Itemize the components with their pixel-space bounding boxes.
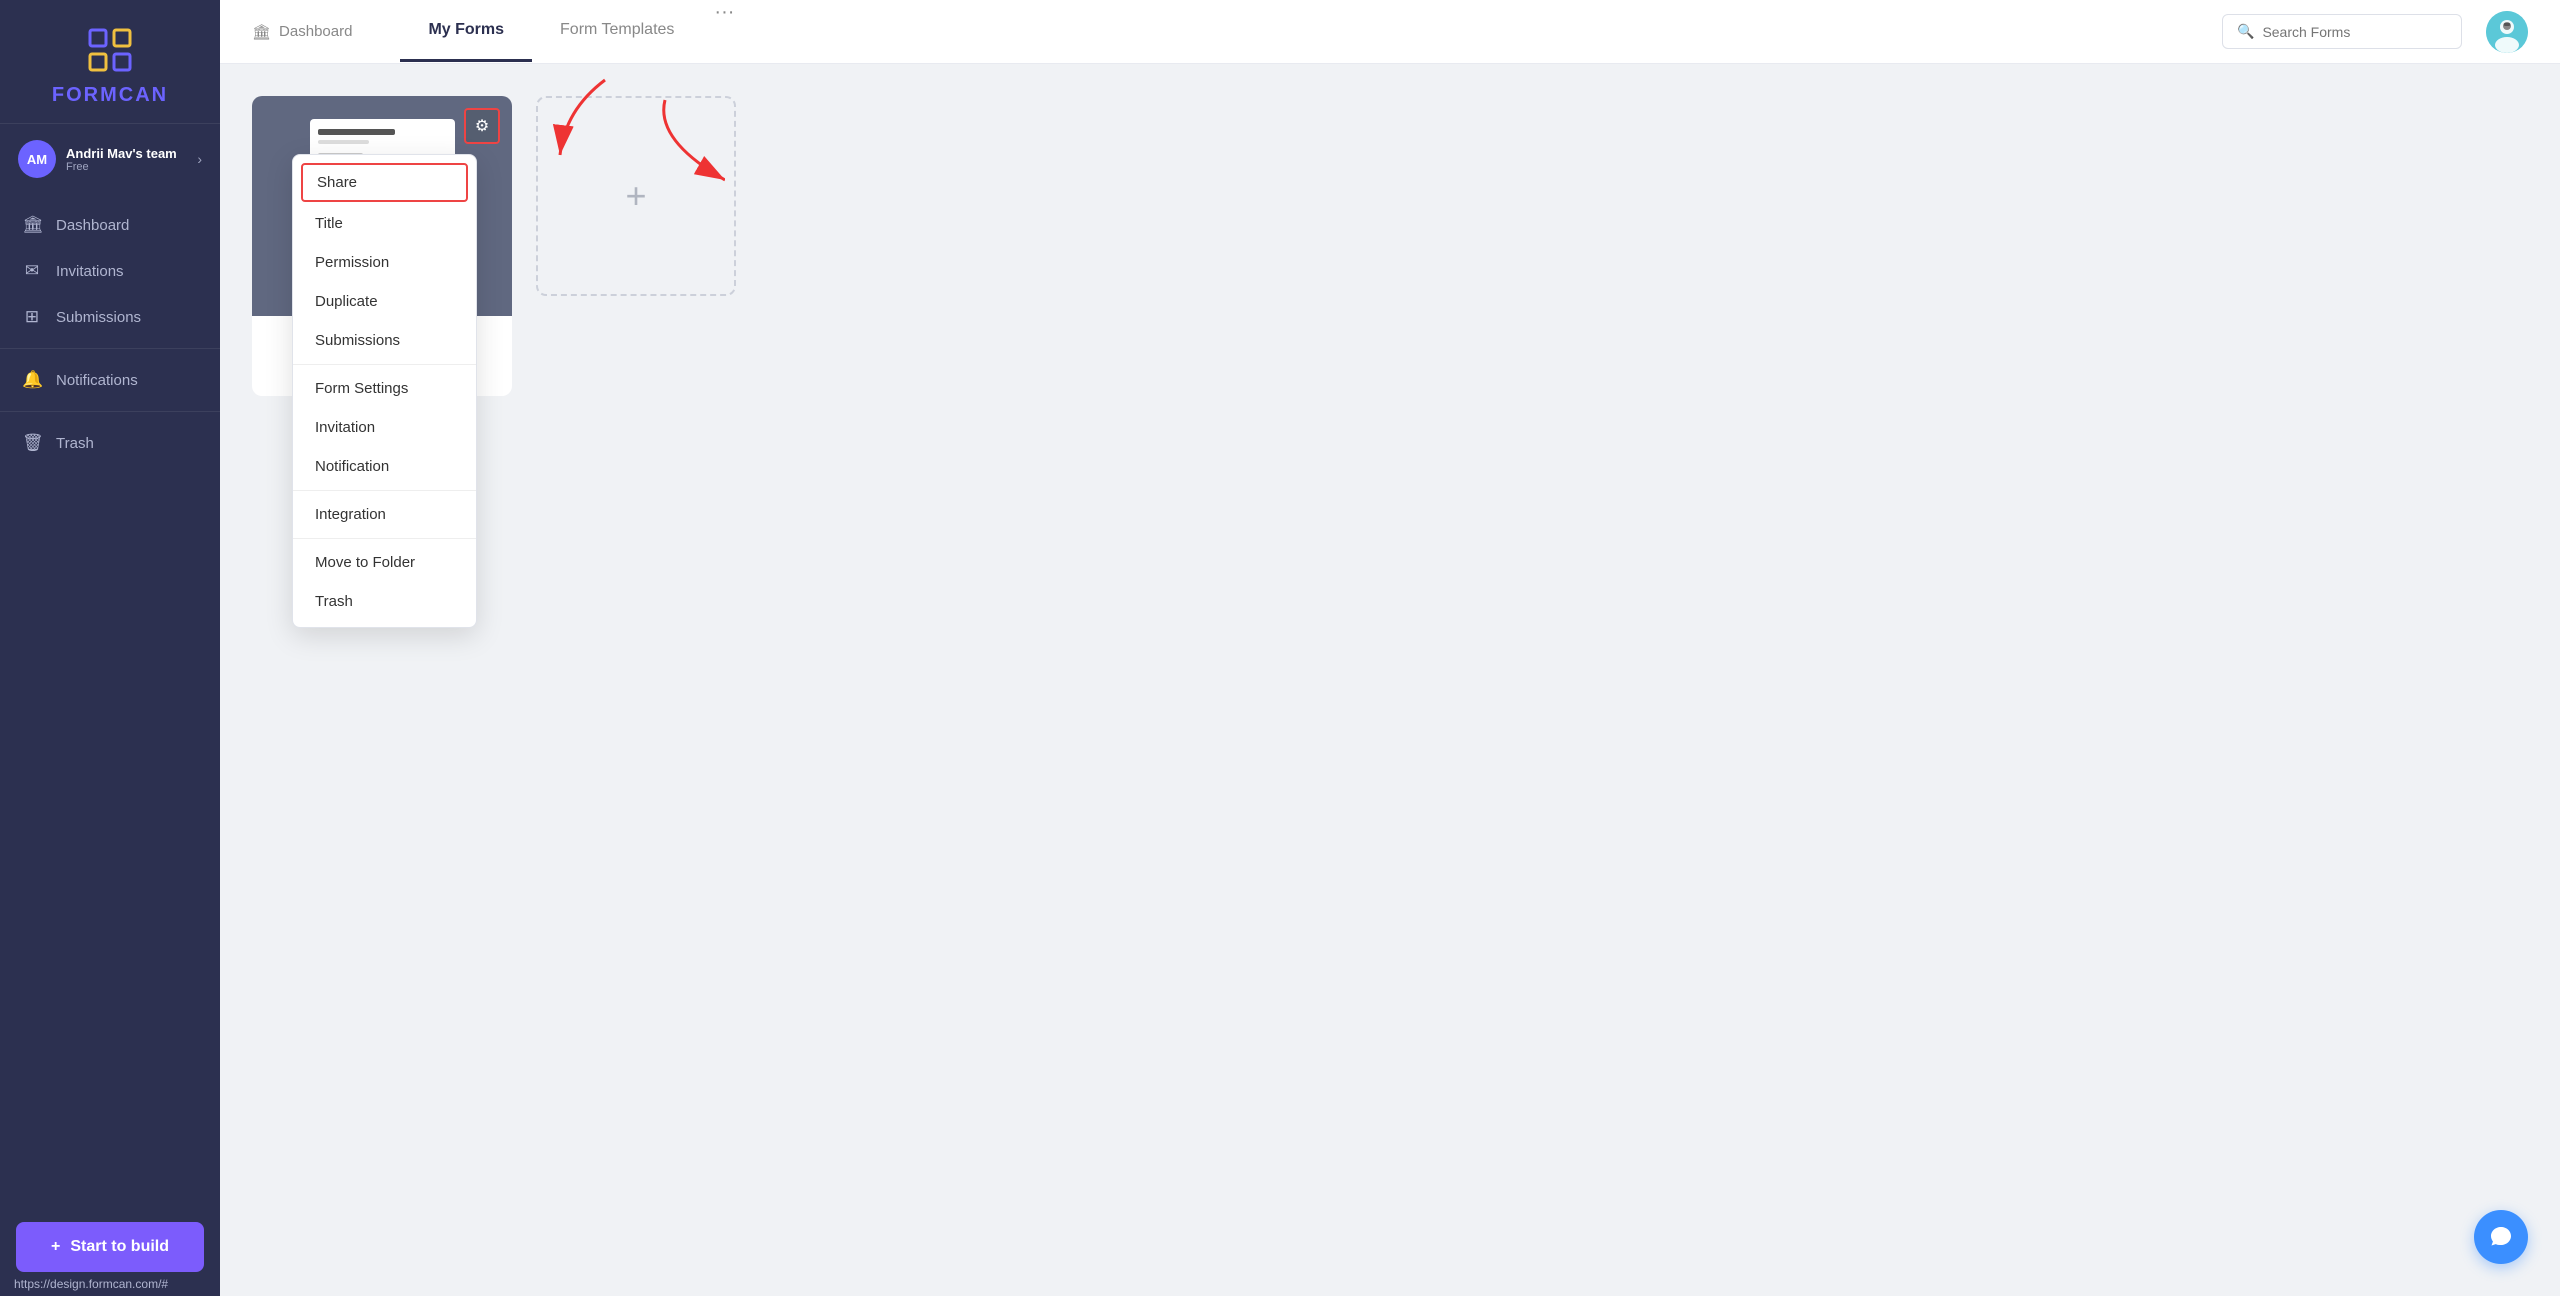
context-menu-notification-label: Notification <box>315 458 389 475</box>
main-area: 🏛 Dashboard My Forms Form Templates ··· … <box>220 0 2560 1296</box>
search-icon: 🔍 <box>2237 23 2254 40</box>
preview-line <box>318 140 370 144</box>
invitations-icon: ✉ <box>22 261 42 281</box>
avatar: AM <box>18 140 56 178</box>
sidebar-item-label: Trash <box>56 435 94 452</box>
sidebar-item-label: Invitations <box>56 263 124 280</box>
context-menu: Share Title Permission Duplicate Submiss… <box>292 154 477 628</box>
form-card-preview: ⚙ Share Title Permission Duplicate <box>252 96 512 316</box>
notifications-icon: 🔔 <box>22 370 42 390</box>
search-box: 🔍 <box>2222 14 2462 49</box>
start-build-button[interactable]: + Start to build <box>16 1222 204 1272</box>
context-menu-trash-label: Trash <box>315 593 353 610</box>
sidebar: FORMCAN AM Andrii Mav's team Free › 🏛 Da… <box>0 0 220 1296</box>
logo-area: FORMCAN <box>0 0 220 124</box>
chat-icon <box>2488 1224 2514 1250</box>
dashboard-label: Dashboard <box>279 23 352 40</box>
plus-icon: + <box>51 1238 60 1256</box>
context-menu-permission-label: Permission <box>315 254 389 271</box>
dashboard-icon: 🏛 <box>22 215 42 235</box>
context-menu-item-move-to-folder[interactable]: Move to Folder <box>293 543 476 582</box>
context-menu-divider <box>293 364 476 365</box>
preview-title-bar <box>318 129 395 136</box>
tab-form-templates[interactable]: Form Templates <box>532 1 702 62</box>
context-menu-item-form-settings[interactable]: Form Settings <box>293 369 476 408</box>
search-input[interactable] <box>2262 24 2447 40</box>
user-plan: Free <box>66 161 197 173</box>
context-menu-item-invitation[interactable]: Invitation <box>293 408 476 447</box>
sidebar-item-label: Notifications <box>56 372 138 389</box>
context-menu-item-integration[interactable]: Integration <box>293 495 476 534</box>
new-form-card[interactable]: + <box>536 96 736 296</box>
form-card: ⚙ Share Title Permission Duplicate <box>252 96 512 396</box>
nav-divider <box>0 348 220 349</box>
nav-divider-2 <box>0 411 220 412</box>
context-menu-share-label: Share <box>317 174 357 191</box>
context-menu-item-duplicate[interactable]: Duplicate <box>293 282 476 321</box>
tab-form-templates-label: Form Templates <box>560 21 674 38</box>
context-menu-submissions-label: Submissions <box>315 332 400 349</box>
user-avatar-image <box>2486 11 2528 53</box>
sidebar-item-dashboard[interactable]: 🏛 Dashboard <box>0 202 220 248</box>
context-menu-duplicate-label: Duplicate <box>315 293 378 310</box>
sidebar-item-label: Submissions <box>56 309 141 326</box>
avatar-initials: AM <box>27 152 47 167</box>
context-menu-item-share[interactable]: Share <box>301 163 468 202</box>
topnav-tabs: My Forms Form Templates ··· <box>400 1 746 62</box>
dashboard-icon-top: 🏛 <box>252 23 271 41</box>
statusbar: https://design.formcan.com/# <box>0 1272 220 1296</box>
context-menu-title-label: Title <box>315 215 343 232</box>
tab-my-forms[interactable]: My Forms <box>400 1 532 62</box>
plus-large-icon: + <box>625 175 646 217</box>
more-options-button[interactable]: ··· <box>702 1 746 62</box>
sidebar-item-submissions[interactable]: ⊞ Submissions <box>0 294 220 340</box>
dashboard-link[interactable]: 🏛 Dashboard <box>252 23 352 41</box>
context-menu-item-submissions[interactable]: Submissions <box>293 321 476 360</box>
content-area: ⚙ Share Title Permission Duplicate <box>220 64 2560 1296</box>
context-menu-item-notification[interactable]: Notification <box>293 447 476 486</box>
user-area[interactable]: AM Andrii Mav's team Free › <box>0 124 220 194</box>
submissions-icon: ⊞ <box>22 307 42 327</box>
context-menu-item-title[interactable]: Title <box>293 204 476 243</box>
sidebar-item-label: Dashboard <box>56 217 129 234</box>
formcan-logo-icon <box>84 24 136 76</box>
context-menu-divider-2 <box>293 490 476 491</box>
user-avatar-top[interactable] <box>2486 11 2528 53</box>
sidebar-item-notifications[interactable]: 🔔 Notifications <box>0 357 220 403</box>
logo-text-content: FORMCAN <box>52 84 168 106</box>
user-info: Andrii Mav's team Free <box>66 146 197 173</box>
chat-bubble[interactable] <box>2474 1210 2528 1264</box>
chevron-right-icon: › <box>197 151 202 167</box>
context-menu-invitation-label: Invitation <box>315 419 375 436</box>
context-menu-move-label: Move to Folder <box>315 554 415 571</box>
statusbar-url: https://design.formcan.com/# <box>14 1277 168 1291</box>
user-name: Andrii Mav's team <box>66 146 197 161</box>
context-menu-integration-label: Integration <box>315 506 386 523</box>
sidebar-nav: 🏛 Dashboard ✉ Invitations ⊞ Submissions … <box>0 194 220 1204</box>
sidebar-item-invitations[interactable]: ✉ Invitations <box>0 248 220 294</box>
context-menu-item-permission[interactable]: Permission <box>293 243 476 282</box>
gear-button[interactable]: ⚙ <box>464 108 500 144</box>
trash-icon: 🗑 <box>22 433 42 453</box>
context-menu-divider-3 <box>293 538 476 539</box>
top-nav: 🏛 Dashboard My Forms Form Templates ··· … <box>220 0 2560 64</box>
start-build-label: Start to build <box>70 1238 169 1256</box>
context-menu-form-settings-label: Form Settings <box>315 380 408 397</box>
logo-text: FORMCAN <box>52 84 168 107</box>
sidebar-item-trash[interactable]: 🗑 Trash <box>0 420 220 466</box>
tab-my-forms-label: My Forms <box>428 21 504 38</box>
context-menu-item-trash[interactable]: Trash <box>293 582 476 621</box>
